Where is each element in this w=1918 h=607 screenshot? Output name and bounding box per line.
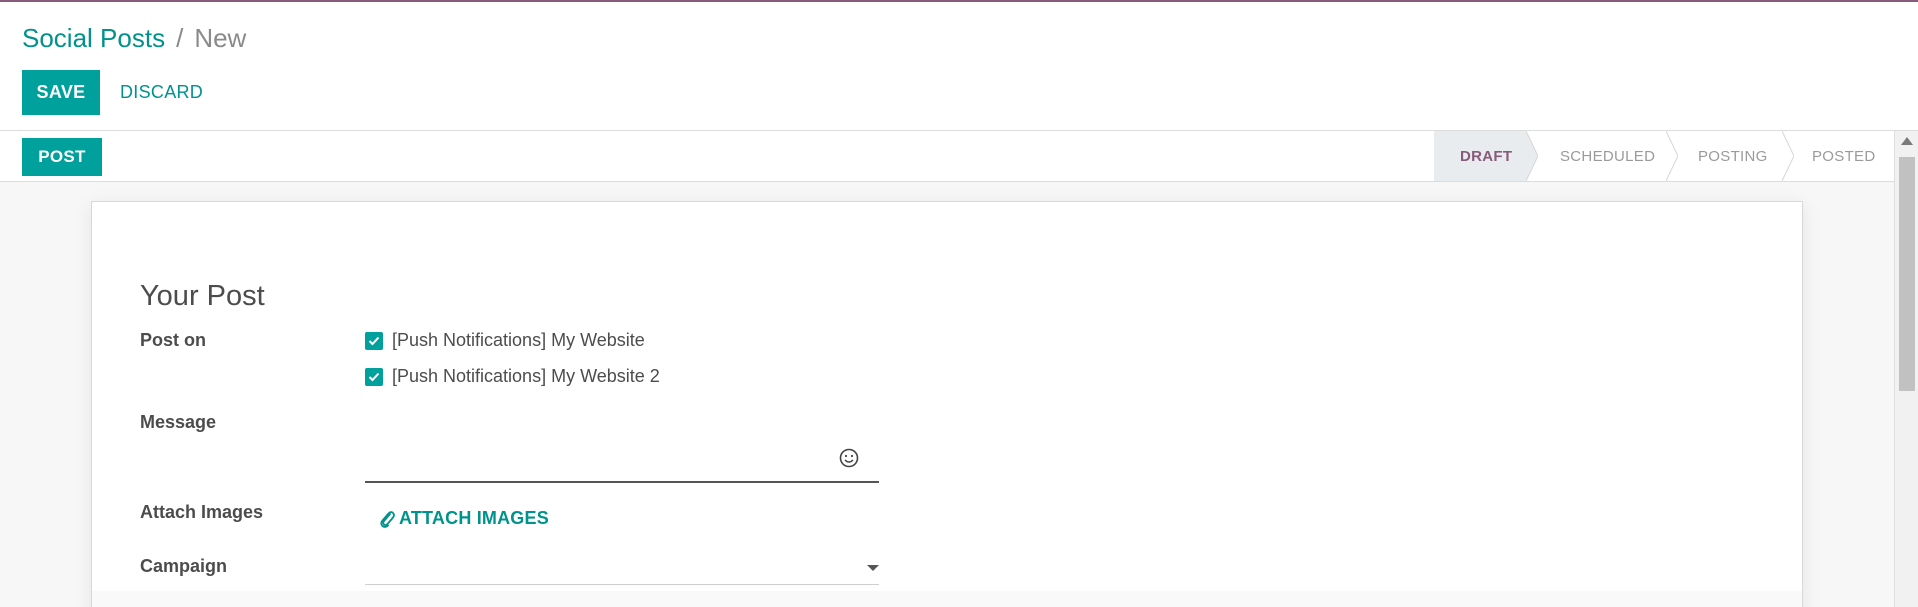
checkbox-my-website-2[interactable] bbox=[365, 367, 383, 386]
post-on-option-my-website-2[interactable]: [Push Notifications] My Website 2 bbox=[365, 366, 660, 387]
post-on-label: Post on bbox=[140, 330, 206, 350]
option-label: [Push Notifications] My Website bbox=[392, 330, 645, 350]
breadcrumb-separator: / bbox=[176, 23, 184, 53]
paperclip-icon bbox=[380, 510, 395, 528]
control-panel: Social Posts / New SAVE DISCARD bbox=[0, 2, 1918, 131]
campaign-select[interactable] bbox=[365, 548, 879, 585]
form-sheet bbox=[91, 201, 1803, 607]
option-label: [Push Notifications] My Website 2 bbox=[392, 366, 660, 386]
stage-posted-label: POSTED bbox=[1812, 147, 1876, 165]
checkmark-icon bbox=[368, 372, 380, 381]
post-button[interactable]: POST bbox=[22, 138, 102, 176]
status-bar: POST DRAFT SCHEDULED POSTING POSTED bbox=[0, 131, 1894, 182]
stage-chevron-icon bbox=[1526, 131, 1538, 181]
checkbox-my-website[interactable] bbox=[365, 331, 383, 350]
stage-scheduled-label: SCHEDULED bbox=[1560, 147, 1656, 165]
save-button[interactable]: SAVE bbox=[22, 70, 100, 115]
stage-posting[interactable]: POSTING bbox=[1666, 131, 1794, 181]
discard-button[interactable]: DISCARD bbox=[110, 70, 213, 115]
checkmark-icon bbox=[368, 336, 380, 345]
caret-down-icon[interactable] bbox=[867, 565, 879, 571]
post-on-option-my-website[interactable]: [Push Notifications] My Website bbox=[365, 330, 645, 351]
stage-draft[interactable]: DRAFT bbox=[1434, 131, 1538, 181]
breadcrumb-social-posts[interactable]: Social Posts bbox=[22, 20, 165, 56]
stage-chevron-icon bbox=[1782, 131, 1794, 181]
stage-scheduled[interactable]: SCHEDULED bbox=[1526, 131, 1678, 181]
scroll-up-arrow-icon[interactable] bbox=[1901, 137, 1913, 145]
message-label: Message bbox=[140, 412, 217, 432]
breadcrumb-current: New bbox=[194, 23, 247, 53]
attach-images-button-label: ATTACH IMAGES bbox=[399, 508, 549, 528]
attach-images-button[interactable]: ATTACH IMAGES bbox=[379, 508, 549, 529]
stage-pipeline: DRAFT SCHEDULED POSTING POSTED bbox=[1434, 131, 1894, 181]
campaign-label: Campaign bbox=[140, 556, 228, 576]
smiley-icon[interactable] bbox=[838, 447, 860, 469]
attach-images-label: Attach Images bbox=[140, 502, 264, 522]
vertical-scrollbar[interactable] bbox=[1894, 131, 1918, 607]
breadcrumb: Social Posts / New bbox=[22, 20, 246, 56]
scrollbar-thumb[interactable] bbox=[1899, 157, 1915, 391]
stage-chevron-icon bbox=[1666, 131, 1678, 181]
section-title: Your Post bbox=[140, 280, 265, 312]
stage-posted[interactable]: POSTED bbox=[1782, 131, 1894, 181]
form-sheet-footer-area bbox=[92, 591, 1802, 607]
stage-draft-label: DRAFT bbox=[1460, 147, 1513, 165]
stage-posting-label: POSTING bbox=[1698, 147, 1768, 165]
message-input[interactable] bbox=[365, 430, 879, 483]
